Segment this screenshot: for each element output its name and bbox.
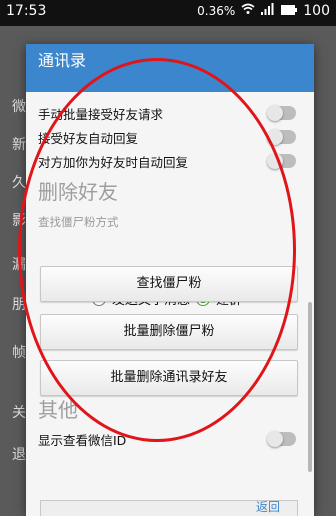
battery-level: 100 <box>303 3 330 19</box>
status-bar: 17:53 0.36% 100 <box>0 0 336 26</box>
background-row-7: 帧 <box>12 345 26 361</box>
toggle-label: 对方加你为好友时自动回复 <box>38 155 189 170</box>
status-icons: 0.36% 100 <box>197 3 330 19</box>
background-row-5: 漏 <box>12 257 26 273</box>
toggle-switch[interactable] <box>267 105 296 121</box>
toggle-switch[interactable] <box>267 129 296 145</box>
find-method-label: 查找僵尸粉方式 <box>38 215 119 229</box>
battery-icon <box>281 3 298 19</box>
dialog-title: 通讯录 <box>26 44 314 92</box>
background-row-3: 久 <box>12 175 26 191</box>
dialog-content: 手动批量接受好友请求 接受好友自动回复 对方加你为好友时自动回复 删除好友 查找… <box>26 92 314 516</box>
background-row-6: 朋 <box>12 297 26 313</box>
background-row-8: 关 <box>12 405 26 421</box>
batch-delete-zombie-button[interactable]: 批量删除僵尸粉 <box>40 314 298 350</box>
batch-delete-contacts-button[interactable]: 批量删除通讯录好友 <box>40 360 298 396</box>
status-time: 17:53 <box>6 3 47 19</box>
signal-icon <box>261 3 275 19</box>
toggle-label: 接受好友自动回复 <box>38 131 139 146</box>
contacts-dialog: 通讯录 手动批量接受好友请求 接受好友自动回复 对方加你为好友时自动回复 删除好… <box>26 44 314 516</box>
toggle-label: 显示查看微信ID <box>38 433 127 448</box>
scrollbar[interactable] <box>308 302 312 472</box>
toggle-row-auto-reply[interactable]: 接受好友自动回复 <box>38 126 308 148</box>
back-link[interactable]: 返回 <box>256 498 280 515</box>
toggle-row-batch-accept[interactable]: 手动批量接受好友请求 <box>38 102 308 124</box>
find-zombie-fans-button[interactable]: 查找僵尸粉 <box>40 266 298 302</box>
section-other: 其他 <box>38 398 78 422</box>
toggle-label: 手动批量接受好友请求 <box>38 107 164 122</box>
toggle-switch[interactable] <box>267 431 296 447</box>
background-row-1: 微 <box>12 99 26 115</box>
toggle-switch[interactable] <box>267 153 296 169</box>
toggle-row-show-wechat-id[interactable]: 显示查看微信ID <box>38 428 308 450</box>
network-speed: 0.36% <box>197 4 236 18</box>
background-row-4: 影 <box>12 213 26 229</box>
background-row-2: 新 <box>12 137 26 153</box>
toggle-row-added-auto-reply[interactable]: 对方加你为好友时自动回复 <box>38 150 308 172</box>
wifi-icon <box>241 3 255 19</box>
background-row-9: 退 <box>12 447 26 463</box>
section-delete-friends: 删除好友 <box>38 180 118 204</box>
